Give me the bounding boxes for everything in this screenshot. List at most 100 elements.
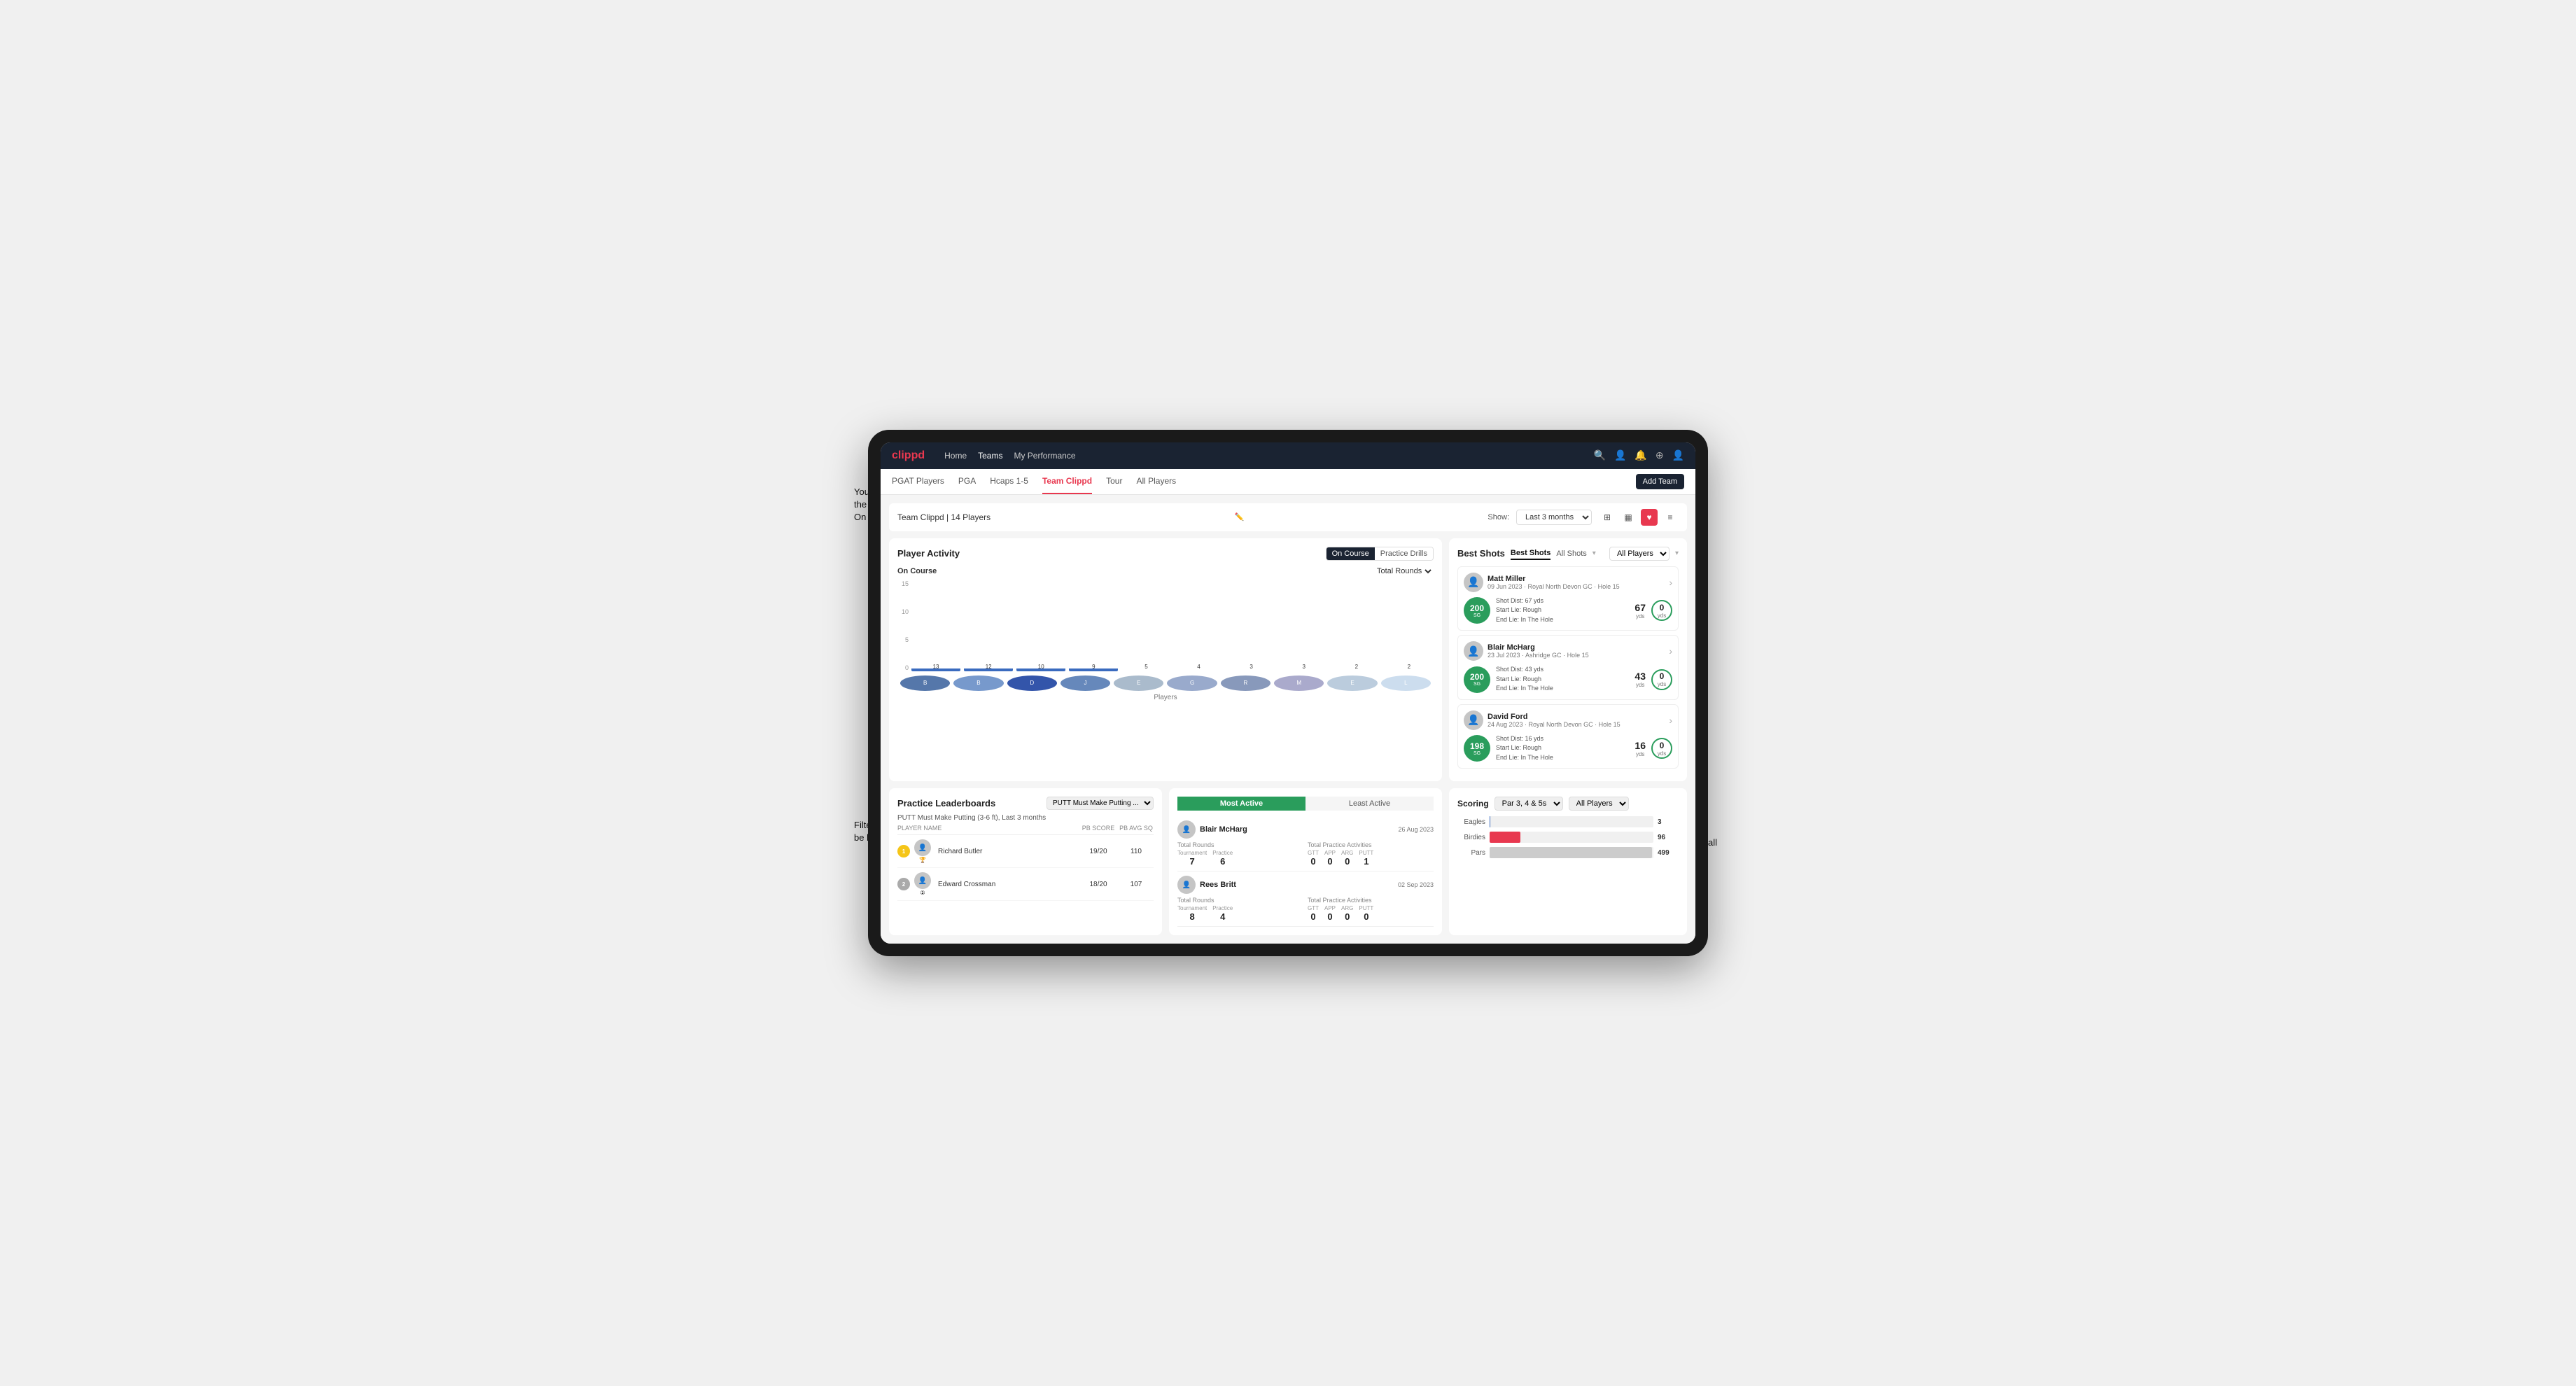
active-tabs: Most Active Least Active bbox=[1177, 797, 1434, 811]
active-tournament-2: Tournament 8 bbox=[1177, 905, 1207, 922]
subnav-pga[interactable]: PGA bbox=[958, 469, 976, 494]
x-axis-label: Players bbox=[897, 694, 1434, 701]
lb-row-2: 2 👤 ② Edward Crossman 18/20 107 bbox=[897, 868, 1154, 901]
subnav-tour[interactable]: Tour bbox=[1106, 469, 1122, 494]
y-axis: 15 10 5 0 bbox=[897, 580, 911, 671]
scoring-player-filter[interactable]: All Players bbox=[1569, 797, 1629, 811]
player-details-2: Blair McHarg 23 Jul 2023 · Ashridge GC ·… bbox=[1488, 643, 1589, 659]
shot-player-info-2: 👤 Blair McHarg 23 Jul 2023 · Ashridge GC… bbox=[1464, 641, 1672, 661]
tablet-screen: clippd Home Teams My Performance 🔍 👤 🔔 ⊕… bbox=[881, 442, 1695, 944]
active-practice-rounds-2: Practice 4 bbox=[1212, 905, 1233, 922]
lb-col-player: PLAYER NAME bbox=[897, 825, 1078, 832]
active-player-card-2: 👤 Rees Britt 02 Sep 2023 Total Rounds bbox=[1177, 872, 1434, 927]
subnav-pgat[interactable]: PGAT Players bbox=[892, 469, 944, 494]
player-avatar-bar-9: L bbox=[1381, 676, 1431, 691]
active-practice-rounds-1: Practice 6 bbox=[1212, 850, 1233, 867]
active-tournament-val-1: 7 bbox=[1190, 856, 1195, 867]
player-avatar-1: 👤 bbox=[1464, 573, 1483, 592]
heart-view-icon[interactable]: ♥ bbox=[1641, 509, 1658, 526]
nav-performance[interactable]: My Performance bbox=[1014, 448, 1075, 463]
subnav-team-clippd[interactable]: Team Clippd bbox=[1042, 469, 1092, 494]
on-course-toggle[interactable]: On Course bbox=[1326, 547, 1375, 560]
active-app-val-1: 0 bbox=[1327, 856, 1332, 867]
top-nav: clippd Home Teams My Performance 🔍 👤 🔔 ⊕… bbox=[881, 442, 1695, 469]
lb-player-avatar-2: 👤 bbox=[914, 872, 931, 889]
bar-value-5: 4 bbox=[1197, 664, 1200, 670]
lb-row-1: 1 👤 🏆 Richard Butler 19/20 110 bbox=[897, 835, 1154, 868]
lb-pb-avg-2: 107 bbox=[1119, 881, 1154, 888]
bar-value-6: 3 bbox=[1250, 664, 1252, 670]
subnav-all-players[interactable]: All Players bbox=[1136, 469, 1176, 494]
timescale-select[interactable]: Last 3 months bbox=[1516, 510, 1592, 525]
search-icon[interactable]: 🔍 bbox=[1594, 449, 1606, 461]
sub-nav: PGAT Players PGA Hcaps 1-5 Team Clippd T… bbox=[881, 469, 1695, 495]
subnav-hcaps[interactable]: Hcaps 1-5 bbox=[990, 469, 1028, 494]
lb-avatar-2: 👤 ② bbox=[914, 872, 931, 896]
list-view-icon[interactable]: ≡ bbox=[1662, 509, 1679, 526]
practice-drills-toggle[interactable]: Practice Drills bbox=[1375, 547, 1433, 560]
show-label: Show: bbox=[1488, 513, 1509, 522]
player-avatar-3: 👤 bbox=[1464, 710, 1483, 730]
shot-info-1: Shot Dist: 67 yds Start Lie: Rough End L… bbox=[1496, 596, 1629, 625]
shot-card-chevron-2[interactable]: › bbox=[1669, 645, 1672, 657]
shot-card-chevron-3[interactable]: › bbox=[1669, 715, 1672, 726]
active-tournament-val-2: 8 bbox=[1190, 911, 1195, 922]
bell-icon[interactable]: 🔔 bbox=[1634, 449, 1646, 461]
shot-player-info-1: 👤 Matt Miller 09 Jun 2023 · Royal North … bbox=[1464, 573, 1672, 592]
active-gtt-label-2: GTT bbox=[1308, 905, 1319, 911]
active-practice-group-2: Total Practice Activities GTT 0 APP bbox=[1308, 897, 1434, 922]
add-team-button[interactable]: Add Team bbox=[1636, 474, 1684, 489]
shot-card-chevron-1[interactable]: › bbox=[1669, 577, 1672, 588]
player-avatar-bar-7: M bbox=[1274, 676, 1324, 691]
scoring-title: Scoring bbox=[1457, 799, 1489, 808]
scoring-val-eagles: 3 bbox=[1658, 818, 1679, 826]
grid-view-icon[interactable]: ⊞ bbox=[1599, 509, 1616, 526]
bar-col-0: 13 bbox=[911, 664, 960, 671]
most-active-tab[interactable]: Most Active bbox=[1177, 797, 1306, 811]
sub-nav-actions: Add Team bbox=[1636, 474, 1684, 489]
rank-badge-1: 1 bbox=[897, 845, 910, 858]
shots-player-filter[interactable]: All Players bbox=[1609, 547, 1670, 561]
best-shots-tab[interactable]: Best Shots bbox=[1511, 547, 1550, 560]
scoring-par-filter[interactable]: Par 3, 4 & 5s bbox=[1494, 797, 1563, 811]
lb-trophy-1: 🏆 bbox=[919, 857, 926, 863]
active-avatar-2: 👤 bbox=[1177, 876, 1196, 894]
practice-dropdown[interactable]: PUTT Must Make Putting ... bbox=[1046, 797, 1154, 810]
lb-rank-2: 2 bbox=[897, 878, 911, 890]
bar-col-6: 3 bbox=[1227, 664, 1276, 671]
active-arg-val-2: 0 bbox=[1345, 911, 1350, 922]
shot-stat-dist-2: 43 yds bbox=[1634, 671, 1646, 688]
avatar-icon[interactable]: 👤 bbox=[1672, 449, 1684, 461]
scoring-header: Scoring Par 3, 4 & 5s All Players bbox=[1457, 797, 1679, 811]
player-avatar-bar-0: B bbox=[900, 676, 950, 691]
nav-teams[interactable]: Teams bbox=[978, 448, 1002, 463]
active-app-label-1: APP bbox=[1324, 850, 1336, 856]
active-gtt-val-2: 0 bbox=[1310, 911, 1315, 922]
practice-title: Practice Leaderboards bbox=[897, 798, 995, 808]
lb-col-pb: PB SCORE bbox=[1081, 825, 1116, 832]
edit-icon[interactable]: ✏️ bbox=[1234, 512, 1244, 522]
player-avatar-bar-8: E bbox=[1327, 676, 1377, 691]
most-active-panel: Most Active Least Active 👤 Blair McHarg … bbox=[1169, 788, 1442, 935]
all-shots-tab[interactable]: All Shots bbox=[1556, 548, 1586, 559]
scoring-label-birdies: Birdies bbox=[1457, 834, 1485, 841]
practice-header: Practice Leaderboards PUTT Must Make Put… bbox=[897, 797, 1154, 810]
active-rounds-title-2: Total Rounds bbox=[1177, 897, 1303, 904]
card-view-icon[interactable]: ▦ bbox=[1620, 509, 1637, 526]
player-sub-1: 09 Jun 2023 · Royal North Devon GC · Hol… bbox=[1488, 583, 1620, 590]
users-icon[interactable]: 👤 bbox=[1614, 449, 1626, 461]
active-arg-val-1: 0 bbox=[1345, 856, 1350, 867]
active-putt-2: PUTT 0 bbox=[1359, 905, 1373, 922]
nav-home[interactable]: Home bbox=[944, 448, 967, 463]
active-practice-val-2: 4 bbox=[1220, 911, 1225, 922]
bar-value-9: 2 bbox=[1408, 664, 1410, 670]
shot-details-1: 200 SG Shot Dist: 67 yds Start Lie: Roug… bbox=[1464, 596, 1672, 625]
least-active-tab[interactable]: Least Active bbox=[1306, 797, 1434, 811]
player-avatar-bar-3: J bbox=[1060, 676, 1110, 691]
add-icon[interactable]: ⊕ bbox=[1656, 449, 1664, 461]
chart-metric-dropdown[interactable]: Total Rounds bbox=[1374, 566, 1434, 576]
shots-filter-chevron: ▾ bbox=[1592, 550, 1596, 557]
lb-pb-avg-1: 110 bbox=[1119, 848, 1154, 855]
player-avatar-bar-4: E bbox=[1114, 676, 1163, 691]
bar-col-3: 9 bbox=[1069, 664, 1118, 671]
